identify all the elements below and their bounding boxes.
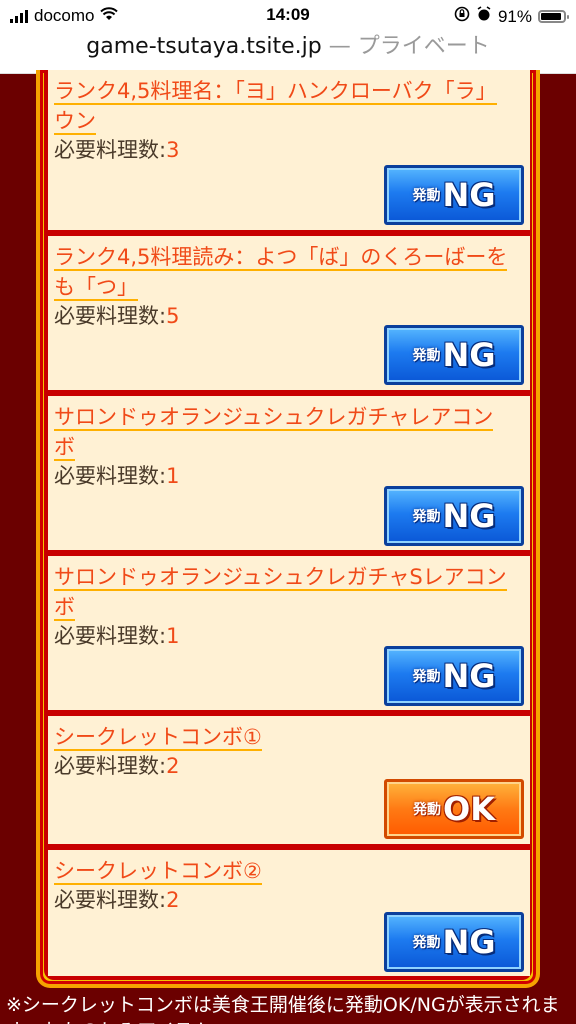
required-label: 必要料理数:	[54, 304, 167, 328]
required-label: 必要料理数:	[54, 138, 167, 162]
activation-label: 発動	[412, 669, 441, 685]
activation-status: NG	[442, 336, 496, 374]
address-bar[interactable]: game-tsutaya.tsite.jp — プライベート	[0, 32, 576, 74]
status-bar: docomo 14:09 91%	[0, 0, 576, 32]
activation-ng-button[interactable]: 発動 NG	[384, 646, 524, 706]
required-dish-count: 必要料理数:3	[54, 136, 524, 164]
activation-ok-button[interactable]: 発動 OK	[384, 779, 524, 839]
required-label: 必要料理数:	[54, 754, 167, 778]
activation-status: NG	[442, 176, 496, 214]
address-domain: game-tsutaya.tsite.jp	[86, 34, 322, 59]
required-value: 2	[166, 888, 180, 912]
activation-label: 発動	[412, 509, 441, 525]
required-dish-count: 必要料理数:2	[54, 752, 524, 780]
combo-card: サロンドゥオランジュシュクレガチャレアコンボ 必要料理数:1 発動 NG	[48, 396, 530, 550]
activation-label: 発動	[412, 348, 441, 364]
required-value: 2	[166, 754, 180, 778]
required-dish-count: 必要料理数:2	[54, 886, 524, 914]
activation-label: 発動	[412, 935, 441, 951]
activation-ng-button[interactable]: 発動 NG	[384, 912, 524, 972]
combo-card: サロンドゥオランジュシュクレガチャSレアコンボ 必要料理数:1 発動 NG	[48, 556, 530, 710]
combo-title[interactable]: シークレットコンボ①	[54, 725, 262, 751]
required-label: 必要料理数:	[54, 624, 167, 648]
required-value: 1	[166, 624, 180, 648]
combo-title[interactable]: ランク4,5料理読み：よつ「ば」のくろーばーをも「つ」	[54, 245, 508, 301]
activation-ng-button[interactable]: 発動 NG	[384, 165, 524, 225]
secret-combo-footnote: ※シークレットコンボは美食王開催後に発動OK/NGが表示されます。おたのしみアイ…	[6, 994, 560, 1024]
required-value: 3	[166, 138, 180, 162]
required-value: 5	[166, 304, 180, 328]
combo-title[interactable]: シークレットコンボ②	[54, 859, 262, 885]
required-value: 1	[166, 464, 180, 488]
battery-percent: 91%	[497, 6, 532, 26]
alarm-icon	[476, 6, 492, 27]
combo-title[interactable]: サロンドゥオランジュシュクレガチャレアコンボ	[54, 405, 494, 461]
combo-title[interactable]: ランク4,5料理名：「ヨ」ハンクローバク「ラ」ウン	[54, 79, 497, 135]
required-label: 必要料理数:	[54, 464, 167, 488]
activation-ng-button[interactable]: 発動 NG	[384, 486, 524, 546]
combo-card: シークレットコンボ① 必要料理数:2 発動 OK	[48, 716, 530, 844]
combo-card: ランク4,5料理読み：よつ「ば」のくろーばーをも「つ」 必要料理数:5 発動 NG	[48, 236, 530, 390]
required-label: 必要料理数:	[54, 888, 167, 912]
activation-status: NG	[442, 923, 496, 961]
battery-icon	[538, 10, 569, 23]
battery-fill	[541, 13, 561, 20]
activation-status: NG	[442, 657, 496, 695]
orientation-lock-icon	[454, 6, 470, 27]
activation-status: OK	[443, 790, 495, 828]
activation-ng-button[interactable]: 発動 NG	[384, 325, 524, 385]
private-mode-label: — プライベート	[321, 34, 490, 59]
combo-card: ランク4,5料理名：「ヨ」ハンクローバク「ラ」ウン 必要料理数:3 発動 NG	[48, 70, 530, 230]
activation-status: NG	[442, 497, 496, 535]
combo-title[interactable]: サロンドゥオランジュシュクレガチャSレアコンボ	[54, 565, 507, 621]
activation-label: 発動	[412, 188, 441, 204]
combo-card: シークレットコンボ② 必要料理数:2 発動 NG	[48, 850, 530, 976]
activation-label: 発動	[413, 802, 441, 818]
